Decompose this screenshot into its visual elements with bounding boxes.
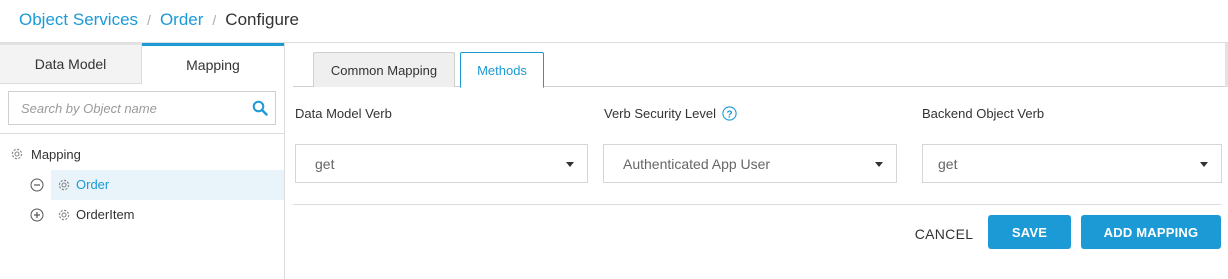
gear-icon [58,209,70,221]
data-model-verb-select[interactable]: get [295,144,588,183]
breadcrumb-separator: / [212,12,217,28]
tab-methods[interactable]: Methods [460,52,544,88]
search-box [8,91,276,125]
save-button[interactable]: SAVE [988,215,1071,249]
actions-divider [293,204,1221,205]
select-value: get [938,156,958,172]
gear-icon [11,148,23,160]
verb-security-level-label-text: Verb Security Level [604,106,717,121]
tab-common-mapping[interactable]: Common Mapping [313,52,455,87]
tree-root[interactable]: Mapping [10,144,81,164]
tree-item-label: Order [76,177,110,192]
breadcrumb: Object Services / Order / Configure [19,8,299,32]
caret-down-icon [1200,162,1208,167]
tree-item-orderitem[interactable]: OrderItem [0,200,284,230]
cancel-button[interactable]: CANCEL [909,224,979,244]
breadcrumb-separator: / [147,12,151,28]
verb-security-level-label: Verb Security Level ? [604,106,737,121]
data-model-verb-label: Data Model Verb [295,106,392,121]
collapse-icon[interactable] [30,178,44,192]
search-icon[interactable] [252,100,268,116]
breadcrumb-current: Configure [225,10,300,29]
tree-root-label: Mapping [31,146,81,162]
caret-down-icon [566,162,574,167]
verb-security-level-select[interactable]: Authenticated App User [603,144,897,183]
left-tab-bar: Data Model Mapping [0,43,284,84]
left-divider [0,133,284,134]
tab-mapping[interactable]: Mapping [142,43,284,84]
backend-object-verb-label: Backend Object Verb [922,106,1044,121]
left-panel: Data Model Mapping Mapping Order [0,43,285,279]
breadcrumb-order[interactable]: Order [160,10,203,30]
backend-object-verb-select[interactable]: get [922,144,1222,183]
tree-item-label: OrderItem [76,207,135,222]
help-icon[interactable]: ? [722,106,737,121]
select-value: Authenticated App User [623,156,771,172]
search-input[interactable] [9,92,245,124]
svg-text:?: ? [726,109,732,120]
gear-icon [58,179,70,191]
tab-data-model[interactable]: Data Model [0,43,142,84]
data-model-verb-label-text: Data Model Verb [295,106,392,121]
breadcrumb-object-services[interactable]: Object Services [19,10,138,30]
expand-icon[interactable] [30,208,44,222]
add-mapping-button[interactable]: ADD MAPPING [1081,215,1221,249]
tree-item-order[interactable]: Order [0,170,284,200]
backend-object-verb-label-text: Backend Object Verb [922,106,1045,121]
caret-down-icon [875,162,883,167]
select-value: get [315,156,335,172]
